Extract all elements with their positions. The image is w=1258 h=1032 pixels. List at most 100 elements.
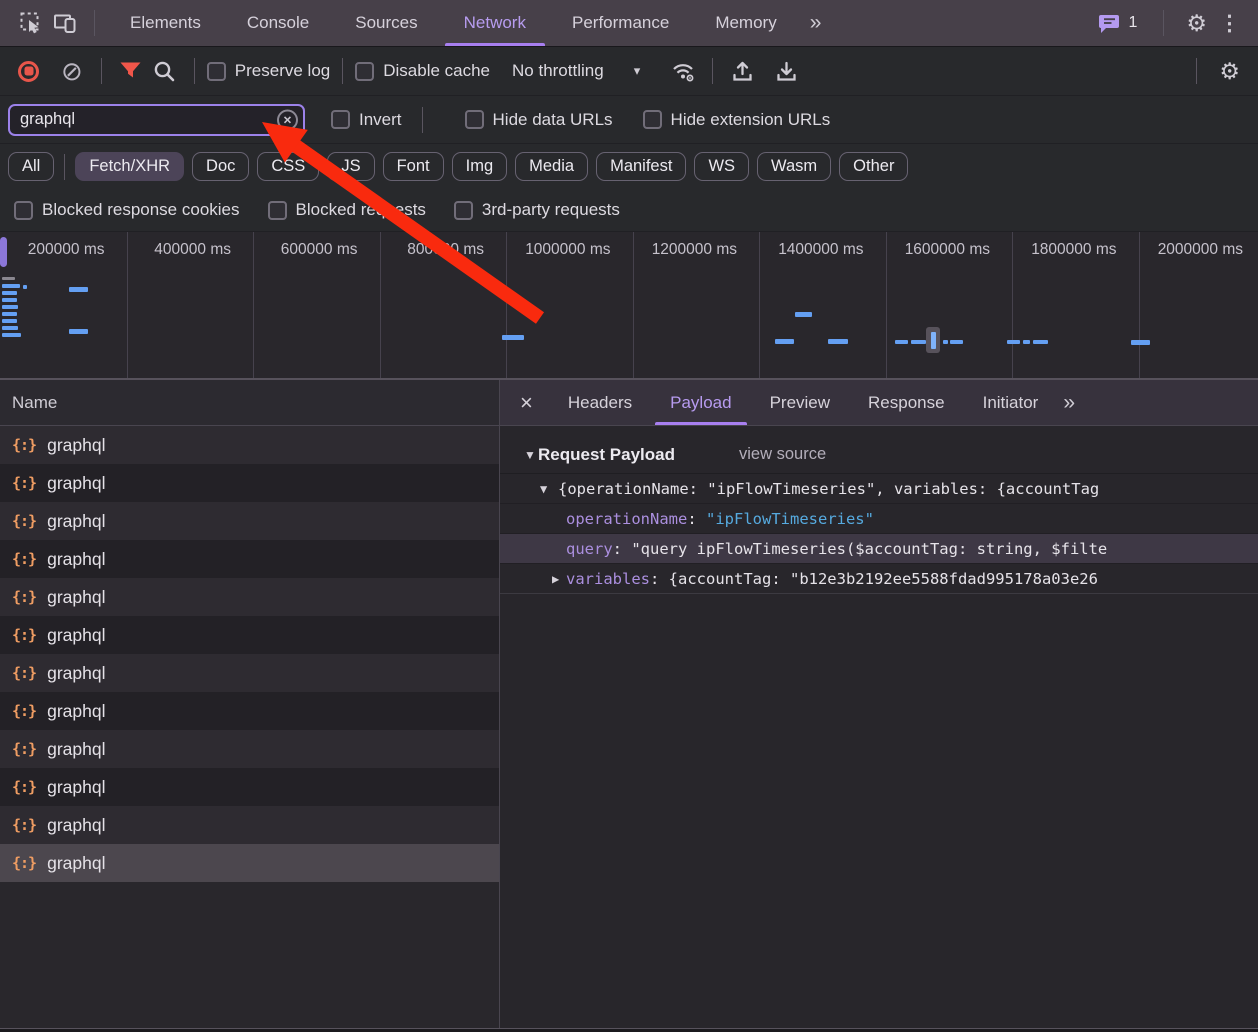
request-row[interactable]: {:}graphql <box>0 502 499 540</box>
network-settings-gear-icon[interactable]: ⚙ <box>1209 58 1258 85</box>
type-filter-manifest[interactable]: Manifest <box>596 152 686 181</box>
fetch-xhr-icon: {:} <box>12 702 36 720</box>
type-filter-all[interactable]: All <box>8 152 54 181</box>
tab-console[interactable]: Console <box>224 0 332 46</box>
collapse-icon[interactable]: ▶ <box>552 564 566 594</box>
tab-network[interactable]: Network <box>441 0 549 46</box>
hide-extension-urls-checkbox[interactable]: Hide extension URLs <box>643 110 831 130</box>
type-filter-js[interactable]: JS <box>327 152 374 181</box>
request-name: graphql <box>47 587 105 608</box>
request-name: graphql <box>47 663 105 684</box>
checkbox-box[interactable] <box>355 62 374 81</box>
waterfall-bar <box>943 340 948 344</box>
filter-input[interactable] <box>8 104 305 136</box>
issues-count: 1 <box>1128 14 1137 32</box>
checkbox-box[interactable] <box>207 62 226 81</box>
request-row[interactable]: {:}graphql <box>0 616 499 654</box>
network-conditions-icon[interactable] <box>666 54 700 88</box>
request-row[interactable]: {:}graphql <box>0 806 499 844</box>
device-toolbar-icon[interactable] <box>48 6 82 40</box>
root-expand-icon[interactable]: ▼ <box>540 474 554 504</box>
detail-tab-headers[interactable]: Headers <box>549 380 651 425</box>
throttling-select[interactable]: No throttling ▾ <box>512 61 640 81</box>
request-name: graphql <box>47 739 105 760</box>
inspect-element-icon[interactable] <box>14 6 48 40</box>
request-row[interactable]: {:}graphql <box>0 464 499 502</box>
tab-elements[interactable]: Elements <box>107 0 224 46</box>
checkbox-box[interactable] <box>268 201 287 220</box>
filter-input-wrap: × <box>8 104 305 136</box>
checkbox-box[interactable] <box>465 110 484 129</box>
invert-checkbox[interactable]: Invert <box>331 110 402 130</box>
timeline-tick: 200000 ms <box>0 241 127 259</box>
request-row[interactable]: {:}graphql <box>0 540 499 578</box>
type-filter-other[interactable]: Other <box>839 152 908 181</box>
type-filter-font[interactable]: Font <box>383 152 444 181</box>
tab-sources[interactable]: Sources <box>332 0 440 46</box>
issues-icon[interactable]: 1 <box>1098 13 1137 34</box>
request-name: graphql <box>47 625 105 646</box>
preserve-log-checkbox[interactable]: Preserve log <box>207 61 330 81</box>
request-row[interactable]: {:}graphql <box>0 426 499 464</box>
request-row[interactable]: {:}graphql <box>0 578 499 616</box>
type-filter-img[interactable]: Img <box>452 152 508 181</box>
disable-cache-checkbox[interactable]: Disable cache <box>355 61 490 81</box>
checkbox-box[interactable] <box>454 201 473 220</box>
checkbox-box[interactable] <box>331 110 350 129</box>
filter-funnel-icon[interactable] <box>114 54 148 88</box>
blocked-requests-checkbox[interactable]: Blocked requests <box>268 200 426 220</box>
import-har-icon[interactable] <box>725 54 759 88</box>
waterfall-bar <box>911 340 926 344</box>
request-name: graphql <box>47 815 105 836</box>
type-filter-wasm[interactable]: Wasm <box>757 152 831 181</box>
view-source-link[interactable]: view source <box>739 445 826 464</box>
request-name: graphql <box>47 701 105 722</box>
checkbox-box[interactable] <box>643 110 662 129</box>
checkbox-box[interactable] <box>14 201 33 220</box>
tab-performance[interactable]: Performance <box>549 0 692 46</box>
detail-tab-payload[interactable]: Payload <box>651 380 750 425</box>
close-details-icon[interactable]: × <box>500 390 549 416</box>
payload-row-variables[interactable]: ▶variables: {accountTag: "b12e3b2192ee55… <box>500 564 1258 594</box>
request-row[interactable]: {:} graphql <box>0 692 499 730</box>
tab-memory[interactable]: Memory <box>692 0 799 46</box>
details-more-tabs-icon[interactable]: » <box>1057 391 1081 415</box>
timeline-ticks: 200000 ms400000 ms600000 ms800000 ms1000… <box>0 232 1258 268</box>
export-har-icon[interactable] <box>769 54 803 88</box>
more-tabs-icon[interactable]: » <box>800 11 832 35</box>
type-filter-media[interactable]: Media <box>515 152 588 181</box>
waterfall-bar <box>2 291 17 295</box>
kebab-menu-icon[interactable]: ⋮ <box>1217 11 1248 36</box>
waterfall-bar <box>2 312 17 316</box>
request-row[interactable]: {:}graphql <box>0 654 499 692</box>
clear-filter-icon[interactable]: × <box>277 109 298 130</box>
filter-row: × Invert Hide data URLs Hide extension U… <box>0 96 1258 144</box>
payload-root-row[interactable]: ▼ {operationName: "ipFlowTimeseries", va… <box>500 474 1258 504</box>
name-column-header[interactable]: Name <box>0 380 499 426</box>
request-payload-section[interactable]: ▼ Request Payload view source <box>500 436 1258 474</box>
type-filter-doc[interactable]: Doc <box>192 152 249 181</box>
divider <box>1163 10 1164 36</box>
type-filter-fetch-xhr[interactable]: Fetch/XHR <box>75 152 184 181</box>
payload-row-operationname[interactable]: operationName: "ipFlowTimeseries" <box>500 504 1258 534</box>
detail-tab-preview[interactable]: Preview <box>751 380 849 425</box>
hide-data-urls-checkbox[interactable]: Hide data URLs <box>465 110 613 130</box>
search-icon[interactable] <box>148 54 182 88</box>
request-name: graphql <box>47 853 105 874</box>
3rd-party-requests-checkbox[interactable]: 3rd-party requests <box>454 200 620 220</box>
fetch-xhr-icon: {:} <box>12 778 36 796</box>
clear-network-log-icon[interactable]: ⊘ <box>61 58 83 84</box>
section-expand-icon[interactable]: ▼ <box>524 448 538 462</box>
settings-gear-icon[interactable]: ⚙ <box>1176 10 1217 37</box>
request-row[interactable]: {:}graphql <box>0 768 499 806</box>
type-filter-css[interactable]: CSS <box>257 152 319 181</box>
record-network-log-icon[interactable] <box>18 61 39 82</box>
blocked-response-cookies-checkbox[interactable]: Blocked response cookies <box>14 200 240 220</box>
payload-row-query[interactable]: query: "query ipFlowTimeseries($accountT… <box>500 534 1258 564</box>
request-row[interactable]: {:}graphql <box>0 730 499 768</box>
request-row[interactable]: {:}graphql <box>0 844 499 882</box>
network-overview[interactable]: 200000 ms400000 ms600000 ms800000 ms1000… <box>0 232 1258 380</box>
detail-tab-response[interactable]: Response <box>849 380 964 425</box>
type-filter-ws[interactable]: WS <box>694 152 749 181</box>
detail-tab-initiator[interactable]: Initiator <box>964 380 1058 425</box>
